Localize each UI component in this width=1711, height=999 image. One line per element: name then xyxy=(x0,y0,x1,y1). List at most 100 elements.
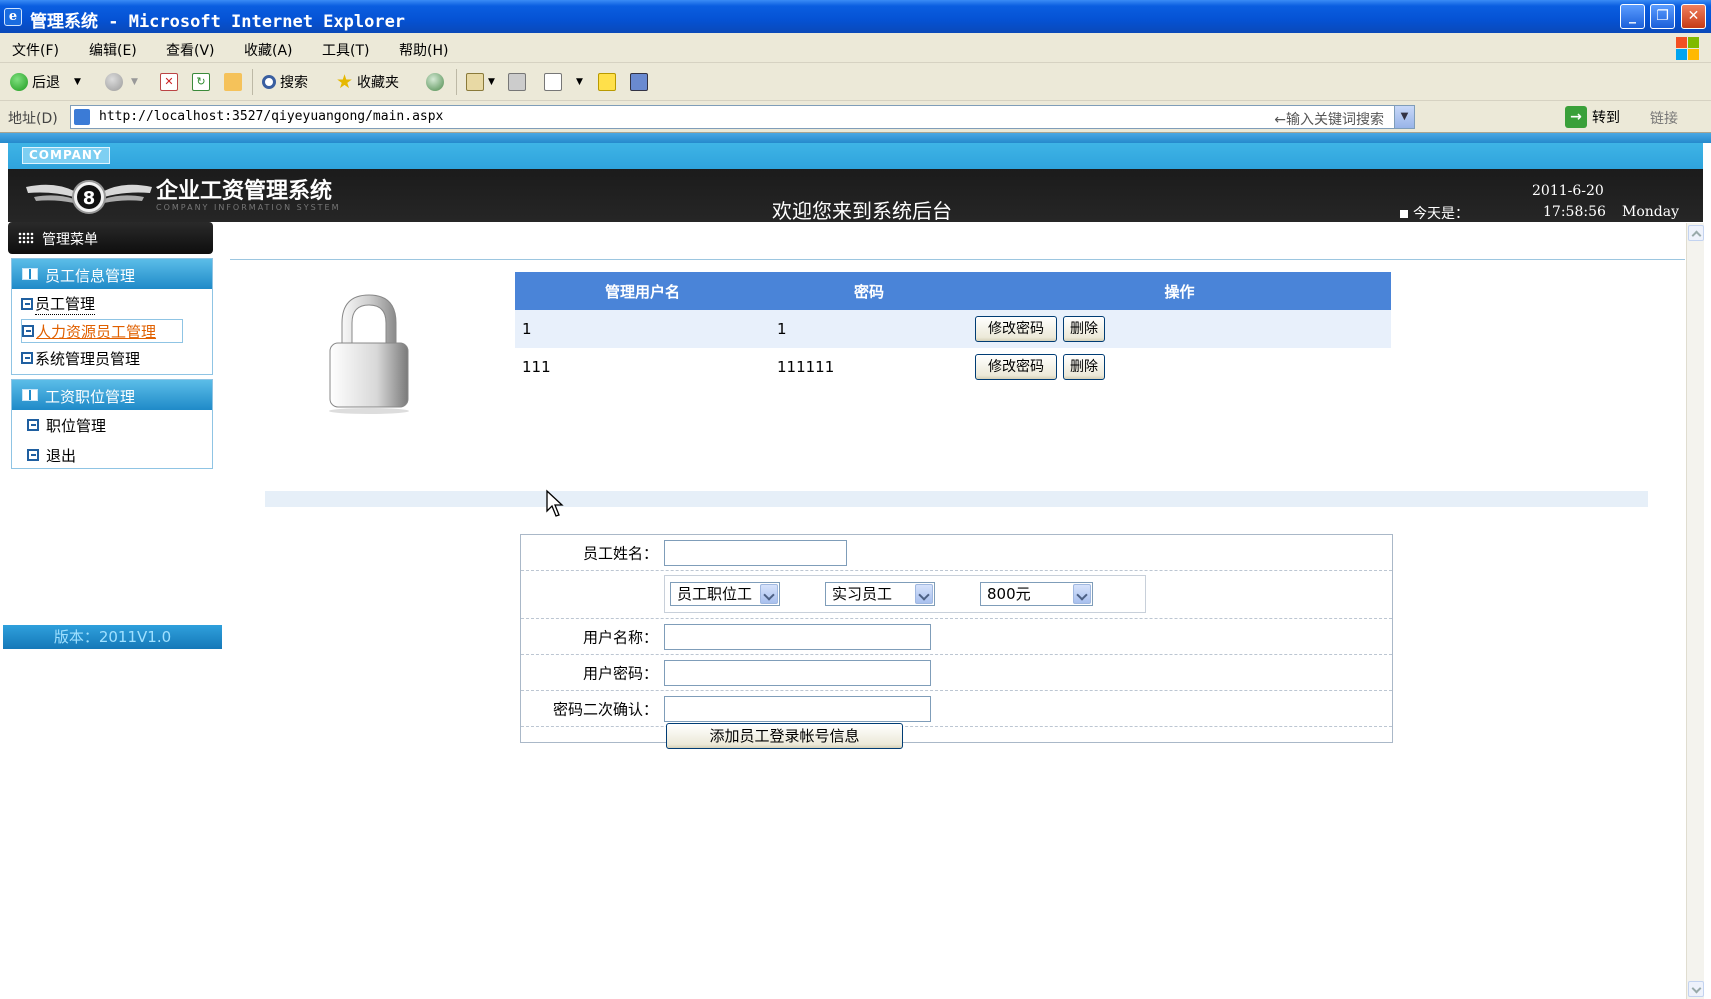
search-label: 搜索 xyxy=(280,75,308,91)
change-password-button[interactable]: 修改密码 xyxy=(975,316,1057,342)
window-title: 管理系统 - Microsoft Internet Explorer xyxy=(30,12,406,32)
change-password-button[interactable]: 修改密码 xyxy=(975,354,1057,380)
mail-button[interactable]: ▼ xyxy=(466,70,495,94)
employee-type-value: 实习员工 xyxy=(832,585,893,603)
current-weekday: Monday xyxy=(1622,204,1679,220)
sidebar-item-employee-mgmt[interactable]: 员工管理 xyxy=(21,292,96,316)
favorites-button[interactable]: ★ 收藏夹 xyxy=(336,70,399,94)
vertical-scrollbar[interactable] xyxy=(1686,223,1704,999)
admin-user-table: 管理用户名 密码 操作 1 1 修改密码 删除 111 111111 修改密码 删除 xyxy=(515,272,1391,386)
item-bullet-icon xyxy=(22,325,34,337)
selects-container: 员工职位工 实习员工 800元 xyxy=(664,575,1146,613)
links-button[interactable]: 链接 xyxy=(1650,108,1678,128)
back-label: 后退 xyxy=(32,75,60,91)
address-input[interactable]: http://localhost:3527/qiyeyuangong/main.… xyxy=(70,105,1415,129)
table-row: 111 111111 修改密码 删除 xyxy=(515,348,1391,386)
mail-dropdown-icon: ▼ xyxy=(488,77,495,87)
forward-dropdown-icon[interactable]: ▼ xyxy=(131,77,138,87)
group-header[interactable]: 员工信息管理 xyxy=(12,259,212,289)
media-button[interactable] xyxy=(426,70,444,94)
word-edit-icon xyxy=(544,73,562,91)
sidebar-item-logout[interactable]: 退出 xyxy=(27,443,76,467)
form-row-password: 用户密码： xyxy=(521,655,1392,691)
position-select-value: 员工职位工 xyxy=(677,585,753,603)
maximize-button[interactable]: ❐ xyxy=(1650,4,1675,29)
employee-name-input[interactable] xyxy=(664,540,847,566)
search-icon xyxy=(262,75,276,89)
username-input[interactable] xyxy=(664,624,931,650)
current-date: 2011-6-20 xyxy=(1532,183,1604,199)
back-dropdown-icon[interactable]: ▼ xyxy=(74,77,81,87)
menu-edit[interactable]: 编辑(E) xyxy=(89,40,137,60)
sidebar-item-position-mgmt[interactable]: 职位管理 xyxy=(27,413,106,437)
menu-favorites[interactable]: 收藏(A) xyxy=(244,40,293,60)
menu-help[interactable]: 帮助(H) xyxy=(399,40,448,60)
stop-button[interactable]: ✕ xyxy=(160,70,178,94)
close-button[interactable]: ✕ xyxy=(1681,4,1706,29)
position-select[interactable]: 员工职位工 xyxy=(670,582,780,606)
cell-actions: 修改密码 删除 xyxy=(968,348,1391,386)
home-button[interactable] xyxy=(224,70,242,94)
menu-tools[interactable]: 工具(T) xyxy=(322,40,369,60)
delete-button[interactable]: 删除 xyxy=(1063,354,1105,380)
col-header-username: 管理用户名 xyxy=(515,272,770,310)
forward-button[interactable]: ▼ xyxy=(105,70,138,94)
sidebar-item-hr-employee-mgmt[interactable]: 人力资源员工管理 xyxy=(21,319,184,343)
print-icon xyxy=(508,73,526,91)
today-label: 今天是： xyxy=(1400,203,1469,223)
messenger-button[interactable] xyxy=(630,70,648,94)
menu-file[interactable]: 文件(F) xyxy=(12,40,59,60)
menu-view[interactable]: 查看(V) xyxy=(166,40,215,60)
edit-button[interactable]: ▼ xyxy=(544,70,583,94)
menu-header: 管理菜单 xyxy=(8,222,213,254)
version-label: 版本：2011V1.0 xyxy=(3,625,222,649)
form-row-confirm: 密码二次确认： xyxy=(521,691,1392,727)
home-icon xyxy=(224,73,242,91)
group-header[interactable]: 工资职位管理 xyxy=(12,380,212,410)
sidebar: 管理菜单 员工信息管理 员工管理 人力资源员工管理 系统管理员管理 工资职位管理… xyxy=(0,222,222,482)
item-bullet-icon xyxy=(21,298,33,310)
cell-username: 1 xyxy=(515,310,770,348)
cell-password: 111111 xyxy=(777,358,835,376)
print-button[interactable] xyxy=(508,70,526,94)
form-row-submit: 添加员工登录帐号信息 xyxy=(521,723,1392,749)
chevron-down-icon xyxy=(1073,584,1091,604)
edit-dropdown-icon: ▼ xyxy=(576,77,583,87)
discuss-button[interactable] xyxy=(598,70,616,94)
address-bar: 地址(D) http://localhost:3527/qiyeyuangong… xyxy=(0,101,1711,133)
welcome-text: 欢迎您来到系统后台 xyxy=(772,199,952,223)
site-header: COMPANY 8 企业工资管理系统 COMPANY INFORMATION S… xyxy=(8,143,1703,223)
media-icon xyxy=(426,73,444,91)
address-dropdown-icon[interactable]: ▼ xyxy=(1394,106,1414,128)
content-divider xyxy=(230,259,1685,260)
back-button[interactable]: 后退 ▼ xyxy=(10,70,81,94)
table-header-row: 管理用户名 密码 操作 xyxy=(515,272,1391,310)
chevron-down-icon xyxy=(760,584,778,604)
minimize-button[interactable]: _ xyxy=(1620,4,1645,29)
add-account-button[interactable]: 添加员工登录帐号信息 xyxy=(666,723,903,749)
grid-icon xyxy=(18,232,34,244)
scroll-up-icon[interactable] xyxy=(1688,225,1704,241)
search-button[interactable]: 搜索 xyxy=(262,70,308,94)
favorites-label: 收藏夹 xyxy=(357,75,400,91)
sidebar-item-label: 退出 xyxy=(46,446,77,465)
cell-password: 1 xyxy=(770,310,968,348)
scroll-down-icon[interactable] xyxy=(1688,981,1704,997)
sidebar-item-sysadmin-mgmt[interactable]: 系统管理员管理 xyxy=(21,346,140,370)
delete-button[interactable]: 删除 xyxy=(1063,316,1105,342)
sidebar-item-label: 系统管理员管理 xyxy=(35,349,141,368)
password-input[interactable] xyxy=(664,660,931,686)
group-title: 员工信息管理 xyxy=(45,267,136,285)
svg-text:8: 8 xyxy=(83,188,96,209)
forward-arrow-icon xyxy=(105,73,123,91)
go-arrow-icon: → xyxy=(1565,106,1587,128)
item-bullet-icon xyxy=(27,419,39,431)
confirm-password-input[interactable] xyxy=(664,696,931,722)
toolbar-separator xyxy=(252,69,253,95)
padlock-icon xyxy=(329,294,409,414)
book-icon xyxy=(22,389,38,401)
employee-type-select[interactable]: 实习员工 xyxy=(825,582,935,606)
refresh-button[interactable]: ↻ xyxy=(192,70,210,94)
go-button[interactable]: → 转到 xyxy=(1565,106,1620,128)
salary-select[interactable]: 800元 xyxy=(980,582,1093,606)
